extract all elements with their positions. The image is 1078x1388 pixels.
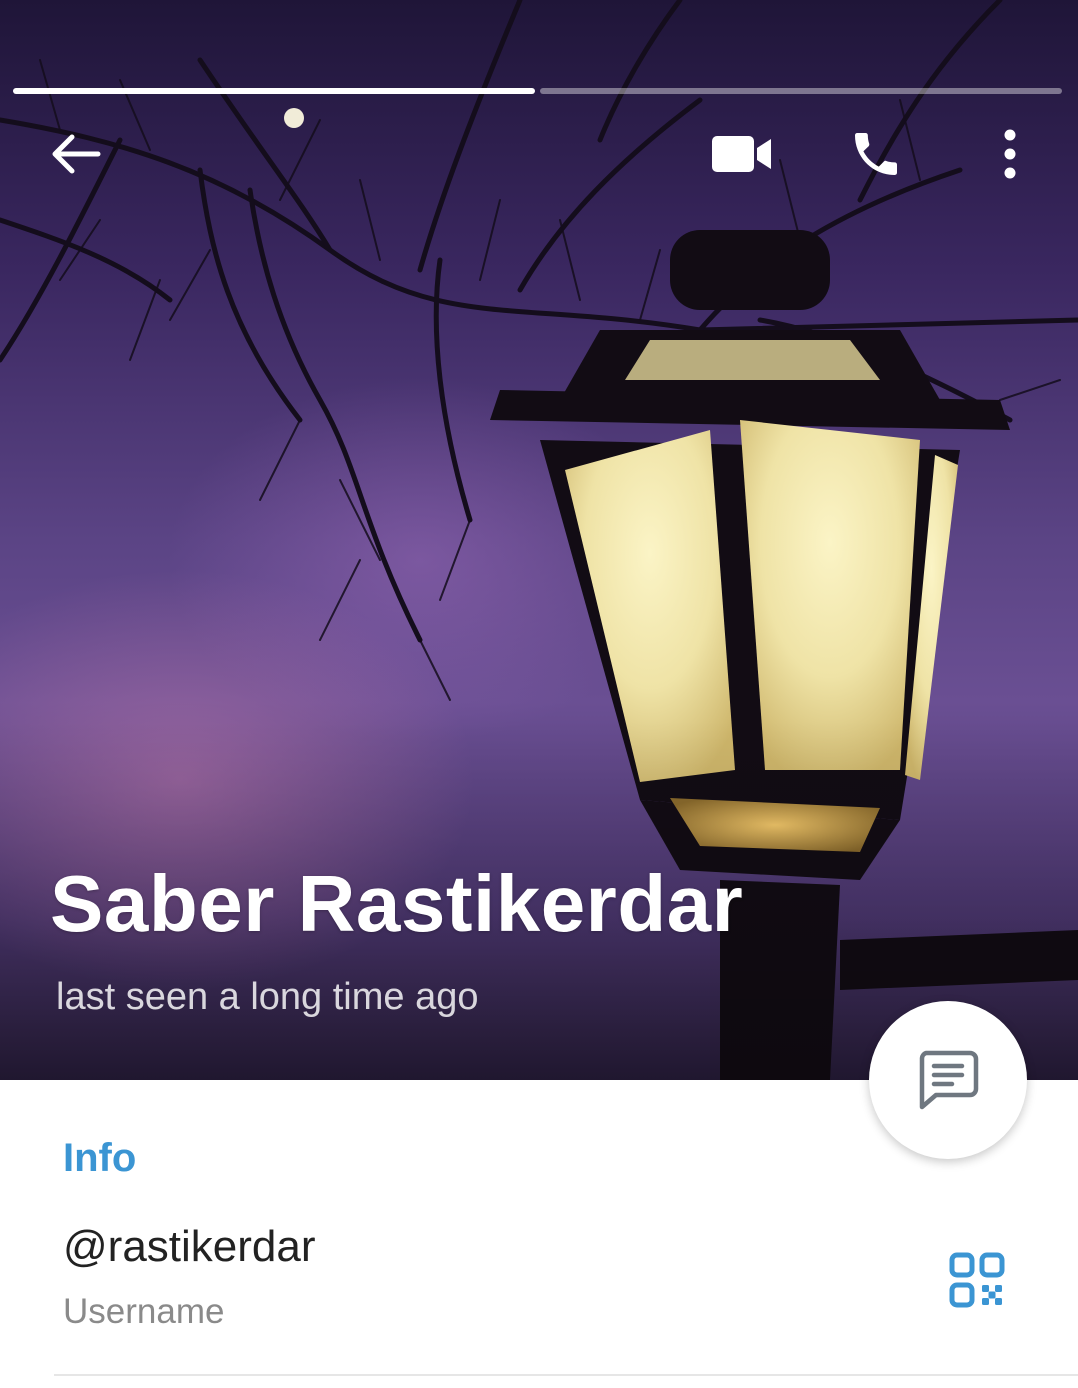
profile-name: Saber Rastikerdar <box>50 859 744 948</box>
phone-icon <box>855 133 897 175</box>
video-call-button[interactable] <box>702 114 782 194</box>
voice-call-button[interactable] <box>836 114 916 194</box>
more-vertical-icon <box>1004 129 1016 179</box>
username-label: Username <box>63 1292 225 1331</box>
qr-code-button[interactable] <box>940 1243 1014 1317</box>
last-seen-status: last seen a long time ago <box>56 976 479 1018</box>
send-message-button[interactable] <box>869 1001 1027 1159</box>
more-options-button[interactable] <box>970 114 1050 194</box>
video-camera-icon <box>712 136 771 172</box>
story-progress-inactive <box>540 88 1062 94</box>
section-divider <box>54 1374 1078 1376</box>
info-section-title: Info <box>63 1136 137 1180</box>
qr-code-icon <box>949 1252 1005 1308</box>
story-progress-active <box>13 88 535 94</box>
message-icon <box>919 1050 979 1110</box>
back-button[interactable] <box>36 114 116 194</box>
username-value[interactable]: @rastikerdar <box>63 1222 316 1272</box>
arrow-left-icon <box>52 134 101 174</box>
